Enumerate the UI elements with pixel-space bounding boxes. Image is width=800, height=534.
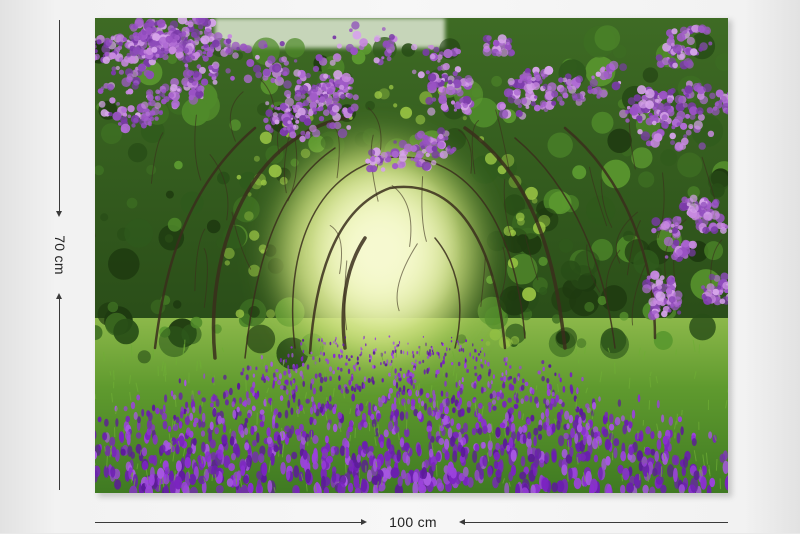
height-line-top xyxy=(59,20,60,215)
canvas-print xyxy=(95,18,728,493)
height-dimension: 70 cm xyxy=(40,20,80,490)
width-label: 100 cm xyxy=(389,514,437,530)
height-line-bottom xyxy=(59,295,60,490)
width-line-left xyxy=(95,522,365,523)
flower-tunnel-image xyxy=(95,18,728,493)
width-dimension: 100 cm xyxy=(95,508,730,534)
arrow-down-icon xyxy=(56,211,62,217)
width-line-right xyxy=(463,522,728,523)
height-label: 70 cm xyxy=(52,235,68,275)
arrow-right-icon xyxy=(361,519,367,525)
